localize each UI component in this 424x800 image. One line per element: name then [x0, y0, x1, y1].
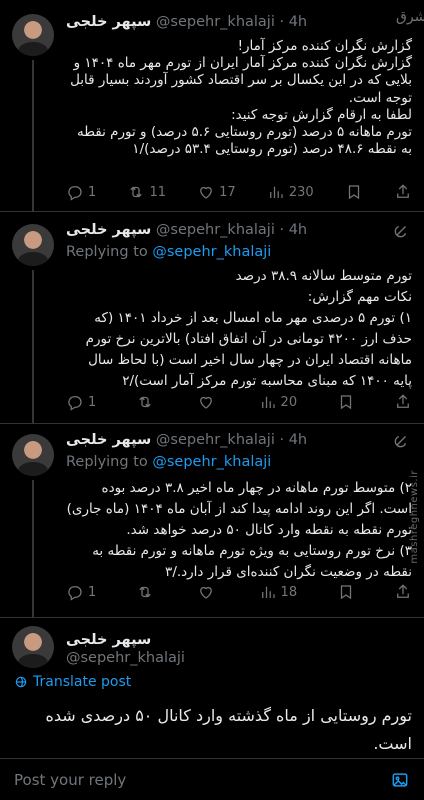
bookmark-icon	[348, 185, 359, 200]
display-name[interactable]: سپهر خلجی	[66, 222, 151, 238]
replying-to-handle[interactable]: @sepehr_khalaji	[152, 244, 271, 260]
views-icon	[261, 396, 275, 408]
reply-count: 1	[88, 394, 97, 410]
bookmark-button[interactable]	[337, 393, 355, 411]
share-icon	[397, 394, 409, 408]
user-handle[interactable]: @sepehr_khalaji	[156, 432, 275, 448]
display-name[interactable]: سپهر خلجی	[66, 14, 151, 30]
tweet-header: سپهر خلجی @sepehr_khalaji · 4h	[66, 432, 384, 448]
tweet-1[interactable]: سپهر خلجی @sepehr_khalaji · 4h گزارش نگر…	[0, 0, 424, 212]
separator-dot: ·	[279, 222, 285, 238]
like-button[interactable]	[197, 583, 219, 601]
display-name[interactable]: سپهر خلجی	[66, 632, 151, 648]
user-handle[interactable]: @sepehr_khalaji	[66, 650, 185, 666]
reply-icon	[68, 586, 82, 601]
reply-button[interactable]: 1	[66, 183, 96, 201]
thread-line	[32, 480, 34, 618]
views-count: 20	[280, 394, 298, 410]
tweet-text: گزارش نگران کننده مرکز آمار! گزارش نگران…	[70, 38, 412, 158]
bookmark-button[interactable]	[345, 183, 363, 201]
repost-button[interactable]: 11	[127, 183, 166, 201]
repost-icon	[130, 186, 143, 198]
avatar[interactable]	[12, 626, 54, 668]
bookmark-button[interactable]	[337, 583, 355, 601]
repost-button[interactable]	[136, 583, 158, 601]
like-icon	[200, 396, 213, 409]
tweet-text: تورم متوسط سالانه ۳۸.۹ درصد نکات مهم گزا…	[85, 268, 412, 389]
action-bar: 1 11 17 230	[66, 182, 412, 202]
bookmark-icon	[340, 585, 351, 600]
avatar[interactable]	[12, 224, 54, 266]
tweet-header: سپهر خلجی @sepehr_khalaji · 4h	[66, 14, 384, 30]
views-button[interactable]: 230	[267, 183, 314, 201]
separator-dot: ·	[279, 14, 285, 30]
thread-line	[32, 60, 34, 212]
grok-icon[interactable]	[392, 432, 410, 450]
avatar[interactable]	[12, 14, 54, 56]
views-button[interactable]: 20	[259, 393, 298, 411]
timestamp[interactable]: 4h	[289, 222, 307, 238]
translate-icon	[15, 676, 27, 688]
share-icon	[397, 184, 409, 198]
action-bar: 1 18	[66, 582, 412, 602]
repost-count: 11	[149, 184, 166, 200]
replying-to: Replying to @sepehr_khalaji	[66, 244, 271, 260]
share-button[interactable]	[394, 393, 412, 411]
replying-to-label: Replying to	[66, 244, 148, 260]
user-handle[interactable]: @sepehr_khalaji	[156, 222, 275, 238]
views-icon	[269, 186, 283, 198]
translate-post-button[interactable]: Translate post	[14, 674, 131, 690]
reply-icon	[68, 396, 82, 411]
tweet-2[interactable]: سپهر خلجی @sepehr_khalaji · 4h Replying …	[0, 212, 424, 424]
repost-button[interactable]	[136, 393, 158, 411]
tweet-3[interactable]: سپهر خلجی @sepehr_khalaji · 4h Replying …	[0, 424, 424, 618]
avatar[interactable]	[12, 434, 54, 476]
like-count: 17	[219, 184, 236, 200]
separator-dot: ·	[279, 432, 285, 448]
repost-icon	[139, 586, 151, 598]
tweet-header: سپهر خلجی @sepehr_khalaji · 4h	[66, 222, 384, 238]
like-icon	[200, 186, 213, 199]
timestamp[interactable]: 4h	[289, 14, 307, 30]
replying-to-handle[interactable]: @sepehr_khalaji	[152, 454, 271, 470]
repost-icon	[139, 396, 151, 408]
reply-composer[interactable]: Post your reply	[0, 758, 424, 800]
like-icon	[200, 586, 213, 599]
image-icon[interactable]	[390, 770, 410, 790]
translate-label: Translate post	[33, 674, 132, 690]
like-button[interactable]: 17	[197, 183, 236, 201]
views-count: 230	[288, 184, 314, 200]
share-button[interactable]	[394, 183, 412, 201]
timestamp[interactable]: 4h	[289, 432, 307, 448]
like-button[interactable]	[197, 393, 219, 411]
bookmark-icon	[340, 395, 351, 410]
views-button[interactable]: 18	[259, 583, 298, 601]
reply-button[interactable]: 1	[66, 393, 96, 411]
views-count: 18	[280, 584, 298, 600]
display-name[interactable]: سپهر خلجی	[66, 432, 151, 448]
reply-icon	[68, 186, 82, 201]
reply-input[interactable]: Post your reply	[14, 771, 126, 789]
tweet-text: ۲) متوسط تورم ماهانه در چهار ماه اخیر ۳.…	[66, 480, 412, 580]
share-icon	[397, 584, 409, 598]
share-button[interactable]	[394, 583, 412, 601]
user-handle[interactable]: @sepehr_khalaji	[156, 14, 275, 30]
replying-to-label: Replying to	[66, 454, 148, 470]
grok-icon[interactable]	[392, 222, 410, 240]
thread-line	[32, 270, 34, 424]
reply-count: 1	[88, 584, 97, 600]
reply-count: 1	[88, 184, 97, 200]
replying-to: Replying to @sepehr_khalaji	[66, 454, 271, 470]
reply-button[interactable]: 1	[66, 583, 96, 601]
action-bar: 1 20	[66, 392, 412, 412]
views-icon	[261, 586, 275, 598]
